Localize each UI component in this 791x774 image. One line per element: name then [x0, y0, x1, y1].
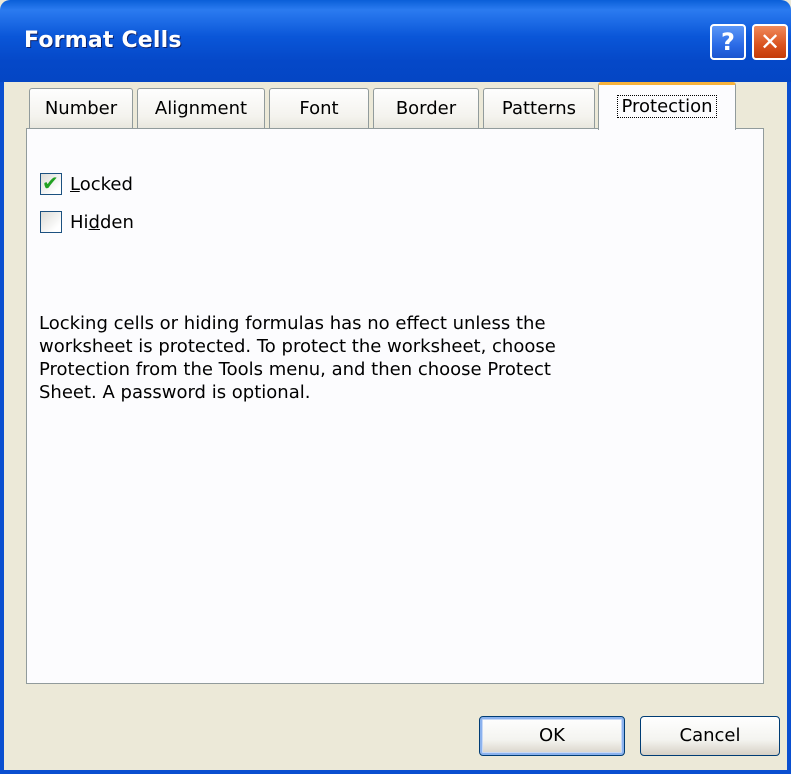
tab-protection-label: Protection	[617, 95, 717, 118]
cancel-button[interactable]: Cancel	[640, 716, 780, 756]
title-bar[interactable]: Format Cells ? ✕	[0, 0, 791, 82]
hidden-checkbox[interactable]	[40, 211, 62, 233]
tab-patterns[interactable]: Patterns	[483, 88, 595, 128]
locked-label-accel: L	[70, 173, 80, 195]
tab-protection[interactable]: Protection	[598, 82, 736, 130]
locked-checkbox-row[interactable]: ✔ Locked	[40, 171, 133, 196]
tab-number[interactable]: Number	[29, 88, 133, 128]
tab-border[interactable]: Border	[373, 88, 479, 128]
close-icon: ✕	[759, 28, 781, 56]
tab-number-label: Number	[44, 98, 118, 119]
protection-tab-panel	[26, 128, 764, 684]
window-frame-bottom	[0, 770, 791, 774]
window-frame-right	[787, 82, 791, 774]
dialog-title: Format Cells	[24, 28, 182, 53]
locked-label[interactable]: Locked	[70, 174, 133, 195]
hidden-label-accel: d	[88, 211, 100, 233]
ok-button[interactable]: OK	[479, 716, 625, 756]
locked-label-rest: ocked	[79, 173, 133, 195]
format-cells-dialog: Format Cells ? ✕ Number Alignment Font B…	[0, 0, 791, 774]
locked-checkbox[interactable]: ✔	[40, 171, 62, 195]
ok-button-label: OK	[539, 725, 565, 746]
hidden-label-rest: den	[99, 211, 134, 233]
tab-font[interactable]: Font	[269, 88, 369, 128]
tab-patterns-label: Patterns	[501, 98, 577, 119]
cancel-button-label: Cancel	[679, 725, 741, 746]
tab-alignment[interactable]: Alignment	[137, 88, 265, 128]
hidden-label[interactable]: Hidden	[70, 212, 134, 233]
tab-alignment-label: Alignment	[154, 98, 248, 119]
tab-font-label: Font	[299, 98, 339, 119]
checkmark-icon: ✔	[42, 171, 59, 195]
help-icon: ?	[721, 28, 735, 56]
tab-border-label: Border	[395, 98, 457, 119]
help-button[interactable]: ?	[710, 24, 746, 60]
close-button[interactable]: ✕	[752, 24, 788, 60]
hidden-label-pre: Hi	[70, 211, 89, 233]
protection-info-text: Locking cells or hiding formulas has no …	[39, 313, 556, 403]
hidden-checkbox-row[interactable]: Hidden	[40, 210, 134, 234]
window-frame-left	[0, 82, 4, 774]
